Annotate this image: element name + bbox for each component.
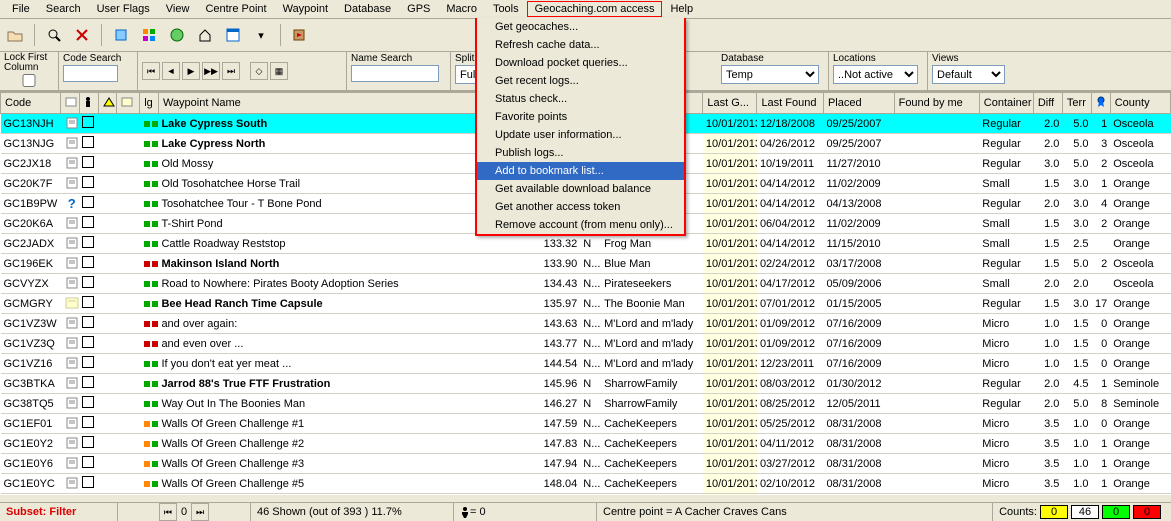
database-select[interactable]: Temp bbox=[721, 65, 819, 84]
col-i-[interactable] bbox=[79, 93, 98, 114]
dm-update-user-information[interactable]: Update user information... bbox=[477, 126, 684, 144]
pager-next-icon[interactable]: ▶▶ bbox=[202, 62, 220, 80]
status-centre: Centre point = A Cacher Craves Cans bbox=[597, 503, 993, 521]
menu-view[interactable]: View bbox=[158, 1, 198, 17]
table-row[interactable]: GC1VZ3Wand over again:143.63N...M'Lord a… bbox=[1, 314, 1171, 334]
menu-user-flags[interactable]: User Flags bbox=[89, 1, 158, 17]
lock-first-col-label: Lock First Column bbox=[4, 53, 54, 73]
count-yellow: 0 bbox=[1040, 505, 1068, 519]
col-last-found[interactable]: Last Found bbox=[757, 93, 824, 114]
count-white: 46 bbox=[1071, 505, 1099, 519]
pocket-icon[interactable] bbox=[110, 24, 132, 46]
table-row[interactable]: GC1EF01Walls Of Green Challenge #1147.59… bbox=[1, 414, 1171, 434]
col-i-[interactable] bbox=[98, 93, 117, 114]
menubar: FileSearchUser FlagsViewCentre PointWayp… bbox=[0, 0, 1171, 19]
database-label: Database bbox=[721, 53, 824, 64]
col-placed[interactable]: Placed bbox=[823, 93, 894, 114]
locations-select[interactable]: ..Not active bbox=[833, 65, 918, 84]
table-row[interactable]: GC1E0Y6Walls Of Green Challenge #3147.94… bbox=[1, 454, 1171, 474]
statusbar: Subset: Filter ⏮ 0 ⏭ 46 Shown (out of 39… bbox=[0, 502, 1171, 521]
sb-first-icon[interactable]: ⏮ bbox=[159, 503, 177, 521]
dropdown-arrow-icon[interactable]: ▾ bbox=[250, 24, 272, 46]
menu-macro[interactable]: Macro bbox=[438, 1, 485, 17]
eraser-icon[interactable]: ◇ bbox=[250, 62, 268, 80]
menu-gps[interactable]: GPS bbox=[399, 1, 438, 17]
window-icon[interactable] bbox=[222, 24, 244, 46]
dm-publish-logs[interactable]: Publish logs... bbox=[477, 144, 684, 162]
counts-label: Counts: bbox=[999, 506, 1037, 518]
table-icon[interactable]: ▦ bbox=[270, 62, 288, 80]
dm-favorite-points[interactable]: Favorite points bbox=[477, 108, 684, 126]
table-row[interactable]: GC1VZ16If you don't eat yer meat ...144.… bbox=[1, 354, 1171, 374]
dm-add-to-bookmark-list[interactable]: Add to bookmark list... bbox=[477, 162, 684, 180]
col-waypoint-name[interactable]: Waypoint Name bbox=[158, 93, 526, 114]
status-shown: 46 Shown (out of 393 ) 11.7% bbox=[251, 503, 454, 521]
table-row[interactable]: GCMGRYBee Head Ranch Time Capsule135.97N… bbox=[1, 294, 1171, 314]
status-person: = 0 bbox=[470, 506, 486, 518]
search-icon[interactable] bbox=[43, 24, 65, 46]
table-row[interactable]: GC1E0Y2Walls Of Green Challenge #2147.83… bbox=[1, 434, 1171, 454]
dm-refresh-cache-data[interactable]: Refresh cache data... bbox=[477, 36, 684, 54]
col-i-[interactable] bbox=[117, 93, 140, 114]
count-green: 0 bbox=[1102, 505, 1130, 519]
views-label: Views bbox=[932, 53, 1010, 64]
col-found-by-me[interactable]: Found by me bbox=[894, 93, 979, 114]
name-search-label: Name Search bbox=[351, 53, 446, 64]
code-search-input[interactable] bbox=[63, 65, 118, 82]
menu-tools[interactable]: Tools bbox=[485, 1, 527, 17]
name-search-input[interactable] bbox=[351, 65, 439, 82]
dm-get-available-download-balance[interactable]: Get available download balance bbox=[477, 180, 684, 198]
status-page: 0 bbox=[181, 506, 187, 518]
col-terr[interactable]: Terr bbox=[1062, 93, 1091, 114]
pager-play-icon[interactable]: ▶ bbox=[182, 62, 200, 80]
person-icon bbox=[460, 506, 470, 518]
col-last-g-[interactable]: Last G... bbox=[703, 93, 757, 114]
col-county[interactable]: County bbox=[1110, 93, 1170, 114]
dm-get-geocaches[interactable]: Get geocaches... bbox=[477, 18, 684, 36]
menu-database[interactable]: Database bbox=[336, 1, 399, 17]
table-row[interactable]: GC2JADXCattle Roadway Reststop133.32NFro… bbox=[1, 234, 1171, 254]
delete-icon[interactable] bbox=[71, 24, 93, 46]
menu-geocaching-com-access[interactable]: Geocaching.com access bbox=[527, 1, 663, 17]
table-row[interactable]: GC3BTKAJarrod 88's True FTF Frustration1… bbox=[1, 374, 1171, 394]
code-search-label: Code Search bbox=[63, 53, 133, 64]
lock-first-col-checkbox[interactable] bbox=[4, 74, 54, 87]
table-row[interactable]: GC196EKMakinson Island North133.90N...Bl… bbox=[1, 254, 1171, 274]
table-row[interactable]: GC38TQ5Way Out In The Boonies Man146.27N… bbox=[1, 394, 1171, 414]
pager-first-icon[interactable]: ⏮ bbox=[142, 62, 160, 80]
menu-waypoint[interactable]: Waypoint bbox=[275, 1, 336, 17]
col-code[interactable]: Code bbox=[1, 93, 61, 114]
grid-color-icon[interactable] bbox=[138, 24, 160, 46]
table-row[interactable]: GC1VZ3Qand even over ...143.77N...M'Lord… bbox=[1, 334, 1171, 354]
macro-run-icon[interactable] bbox=[289, 24, 311, 46]
col-diff[interactable]: Diff bbox=[1033, 93, 1062, 114]
dm-status-check[interactable]: Status check... bbox=[477, 90, 684, 108]
menu-help[interactable]: Help bbox=[662, 1, 701, 17]
gc-access-dropdown: Get geocaches...Refresh cache data...Dow… bbox=[475, 18, 686, 236]
dm-get-recent-logs[interactable]: Get recent logs... bbox=[477, 72, 684, 90]
globe-icon[interactable] bbox=[166, 24, 188, 46]
views-select[interactable]: Default bbox=[932, 65, 1005, 84]
menu-search[interactable]: Search bbox=[38, 1, 89, 17]
menu-file[interactable]: File bbox=[4, 1, 38, 17]
table-row[interactable]: GCVYZXRoad to Nowhere: Pirates Booty Ado… bbox=[1, 274, 1171, 294]
pager-last-icon[interactable]: ⏭ bbox=[222, 62, 240, 80]
dm-download-pocket-queries[interactable]: Download pocket queries... bbox=[477, 54, 684, 72]
open-folder-icon[interactable] bbox=[4, 24, 26, 46]
pager-prev-icon[interactable]: ◄ bbox=[162, 62, 180, 80]
locations-label: Locations bbox=[833, 53, 923, 64]
col-i-[interactable] bbox=[61, 93, 80, 114]
home-icon[interactable] bbox=[194, 24, 216, 46]
table-row[interactable]: GC1E0Y8Walls Of Green Challenge #4148.15… bbox=[1, 494, 1171, 496]
status-filter: Subset: Filter bbox=[0, 503, 118, 521]
col-lg[interactable]: lg bbox=[140, 93, 159, 114]
col-i-[interactable] bbox=[1092, 93, 1111, 114]
table-row[interactable]: GC1E0YCWalls Of Green Challenge #5148.04… bbox=[1, 474, 1171, 494]
col-container[interactable]: Container bbox=[979, 93, 1033, 114]
menu-centre-point[interactable]: Centre Point bbox=[197, 1, 274, 17]
dm-remove-account-from-menu-only[interactable]: Remove account (from menu only)... bbox=[477, 216, 684, 234]
count-red: 0 bbox=[1133, 505, 1161, 519]
sb-last-icon[interactable]: ⏭ bbox=[191, 503, 209, 521]
dm-get-another-access-token[interactable]: Get another access token bbox=[477, 198, 684, 216]
